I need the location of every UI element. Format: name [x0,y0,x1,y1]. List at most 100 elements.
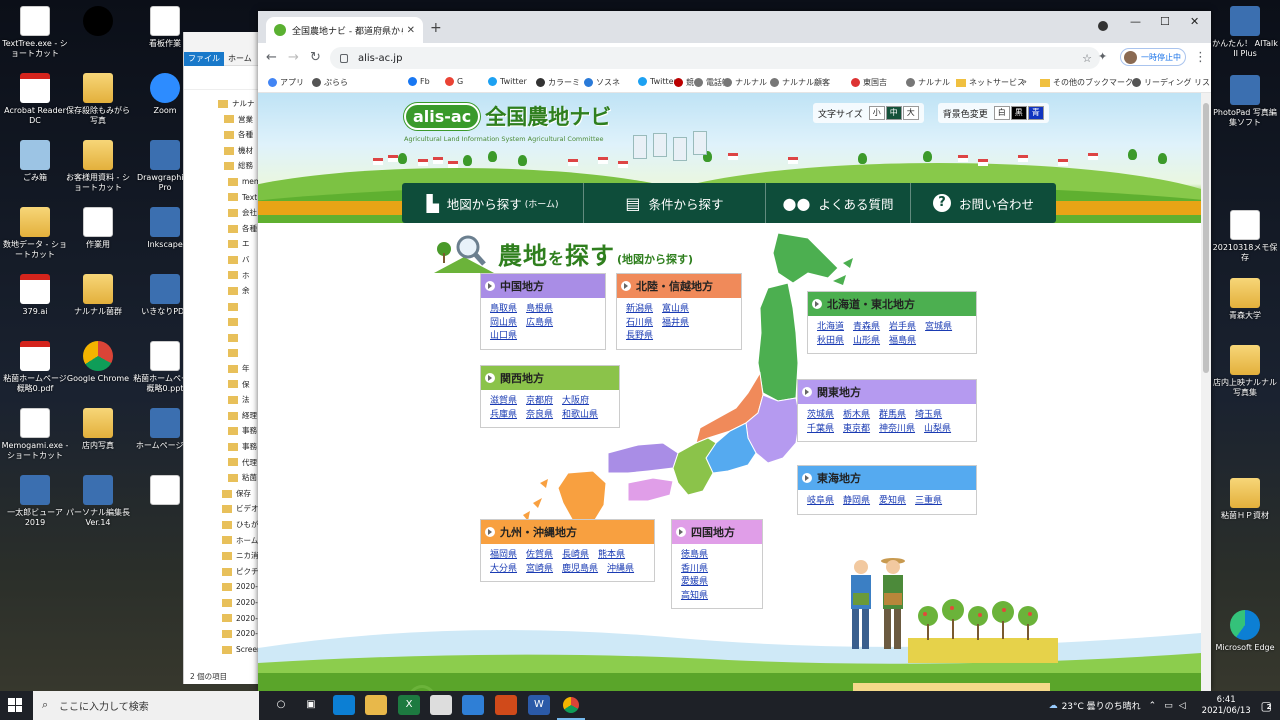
bookmark-item[interactable]: ぷらら [312,77,348,88]
bg-black-button[interactable]: 黒 [1010,106,1027,120]
notification-icon[interactable]: ▢ 2 [1261,699,1272,713]
desktop.left-icon-item[interactable] [63,6,133,39]
bg-blue-button[interactable]: 青 [1027,106,1044,120]
explorer-tree-item[interactable]: 2020-09 [218,595,260,611]
bookmark-item[interactable]: アプリ [268,77,304,88]
bookmark-item[interactable]: 東国吉 [851,77,887,88]
prefecture-link[interactable]: 大阪府 [562,395,589,409]
bookmark-item[interactable]: 競 [674,77,694,88]
desktop.left-icon-item[interactable]: 保存殺除もみがら写真 [63,73,133,126]
excel-taskbar-icon[interactable]: X [398,695,420,715]
prefecture-link[interactable]: 熊本県 [598,549,625,563]
prefecture-link[interactable]: 新潟県 [626,303,653,317]
desktop.left-icon-item[interactable]: 店内写真 [63,408,133,451]
prefecture-link[interactable]: 山梨県 [924,423,951,437]
explorer-tree-item[interactable]: ひもがし [218,517,260,533]
bookmark-item[interactable]: G [445,77,463,86]
extensions-icon[interactable]: ✦ [1098,50,1107,63]
prefecture-link[interactable]: 愛媛県 [681,576,708,590]
prefecture-link[interactable]: 大分県 [490,563,517,577]
prefecture-link[interactable]: 山口県 [490,330,517,344]
explorer-tree-item[interactable]: 各種 [218,127,260,143]
explorer-tree-item[interactable]: Screensh [218,642,260,658]
region-header[interactable]: 北陸・信越地方 [617,274,741,298]
back-icon[interactable]: ← [266,50,277,65]
office-taskbar-icon[interactable] [495,695,517,715]
font-size-large-button[interactable]: 大 [902,106,919,120]
bookmark-item[interactable]: Twitter [638,77,677,86]
desktop.right-icon-item[interactable]: PhotoPad 写真編集ソフト [1210,75,1280,128]
tray-overflow-icon[interactable]: ⌃ [1149,701,1157,711]
explorer-tree-item[interactable]: エ [218,236,260,252]
bookmark-item[interactable]: ナルナル [723,77,767,88]
explorer-tree-item[interactable]: 2020-10 [218,611,260,627]
maximize-icon[interactable]: ☐ [1160,15,1170,28]
desktop.left-icon-item[interactable]: 一太郎ビューア2019 [0,475,70,528]
prefecture-link[interactable]: 茨城県 [807,409,834,423]
prefecture-link[interactable]: 愛知県 [879,495,906,509]
explorer-tree-item[interactable]: 会社 [218,205,260,221]
address-bar[interactable]: alis-ac.jp ☆ [330,47,1100,69]
region-header[interactable]: 関東地方 [798,380,976,404]
prefecture-link[interactable]: 長野県 [626,330,653,344]
bookmark-item[interactable]: Fb [408,77,430,86]
prefecture-link[interactable]: 岐阜県 [807,495,834,509]
prefecture-link[interactable]: 岩手県 [889,321,916,335]
prefecture-link[interactable]: 山形県 [853,335,880,349]
explorer-tree-item[interactable]: 事務 [218,439,260,455]
nav-condition-search[interactable]: ▤ 条件から探す [584,183,766,223]
prefecture-link[interactable]: 和歌山県 [562,409,598,423]
explorer-tree-item[interactable]: ビデオ [218,501,260,517]
bookmark-item[interactable]: ナルナル [906,77,950,88]
explorer-tree-item[interactable]: 年 [218,361,260,377]
explorer-tree-item[interactable] [218,299,260,315]
explorer-tree-item[interactable]: 経理 [218,408,260,424]
prefecture-link[interactable]: 三重県 [915,495,942,509]
desktop.right-icon-item[interactable]: Microsoft Edge [1210,610,1280,653]
prefecture-link[interactable]: 富山県 [662,303,689,317]
bookmark-item[interactable]: カラーミ [536,77,580,88]
prefecture-link[interactable]: 島根県 [526,303,553,317]
explorer-tree-item[interactable]: ニカ消穴 [218,548,260,564]
nav-map-search[interactable]: ▙ 地図から探す (ホーム) [402,183,584,223]
desktop.right-icon-item[interactable]: 粘菌ＨＰ資材 [1210,478,1280,521]
explorer-tree-item[interactable]: 2020-08 [218,579,260,595]
profile-button[interactable]: 一時停止中 [1120,48,1186,66]
profile-dot-icon[interactable] [1098,21,1108,31]
font-size-medium-button[interactable]: 中 [885,106,902,120]
desktop.right-icon-item[interactable]: かんたん！ AITalk II Plus [1210,6,1280,59]
region-header[interactable]: 関西地方 [481,366,619,390]
explorer-tree-item[interactable]: 代理 [218,455,260,471]
prefecture-link[interactable]: 岡山県 [490,317,517,331]
mail-taskbar-icon[interactable] [462,695,484,715]
scroll-thumb[interactable] [1203,103,1209,373]
desktop.right-icon-item[interactable]: 店内上映ナルナル写真集 [1210,345,1280,398]
explorer-tree-item[interactable]: 営業 [218,112,260,128]
explorer-tree-item[interactable]: 各種 [218,221,260,237]
explorer-tree-item[interactable]: 保 [218,377,260,393]
region-header[interactable]: 四国地方 [672,520,762,544]
nav-faq[interactable]: ●● よくある質問 [766,183,911,223]
prefecture-link[interactable]: 埼玉県 [915,409,942,423]
bookmark-star-icon[interactable]: ☆ [1082,52,1092,65]
store-taskbar-icon[interactable] [430,695,452,715]
bookmark-item[interactable]: リーディング リスト [1132,77,1211,88]
explorer-tree-item[interactable] [218,346,260,362]
explorer-tree-item[interactable]: 余 [218,283,260,299]
bookmark-item[interactable]: » [1022,77,1027,86]
bookmark-item[interactable]: ソスネ [584,77,620,88]
desktop.left-icon-item[interactable]: 379.ai [0,274,70,317]
font-size-small-button[interactable]: 小 [868,106,885,120]
prefecture-link[interactable]: 宮城県 [925,321,952,335]
explorer-tree-item[interactable]: 粘菌 [218,470,260,486]
prefecture-link[interactable]: 静岡県 [843,495,870,509]
desktop.left-icon-item[interactable]: Memogami.exe - ショートカット [0,408,70,461]
task-view-icon[interactable]: ▣ [300,695,322,715]
close-tab-icon[interactable]: ✕ [407,25,415,36]
reload-icon[interactable]: ↻ [310,50,321,65]
close-window-icon[interactable]: ✕ [1190,15,1199,28]
prefecture-link[interactable]: 徳島県 [681,549,708,563]
cortana-icon[interactable]: ○ [270,695,292,715]
network-icon[interactable]: ▭ [1164,701,1173,711]
prefecture-link[interactable]: 千葉県 [807,423,834,437]
